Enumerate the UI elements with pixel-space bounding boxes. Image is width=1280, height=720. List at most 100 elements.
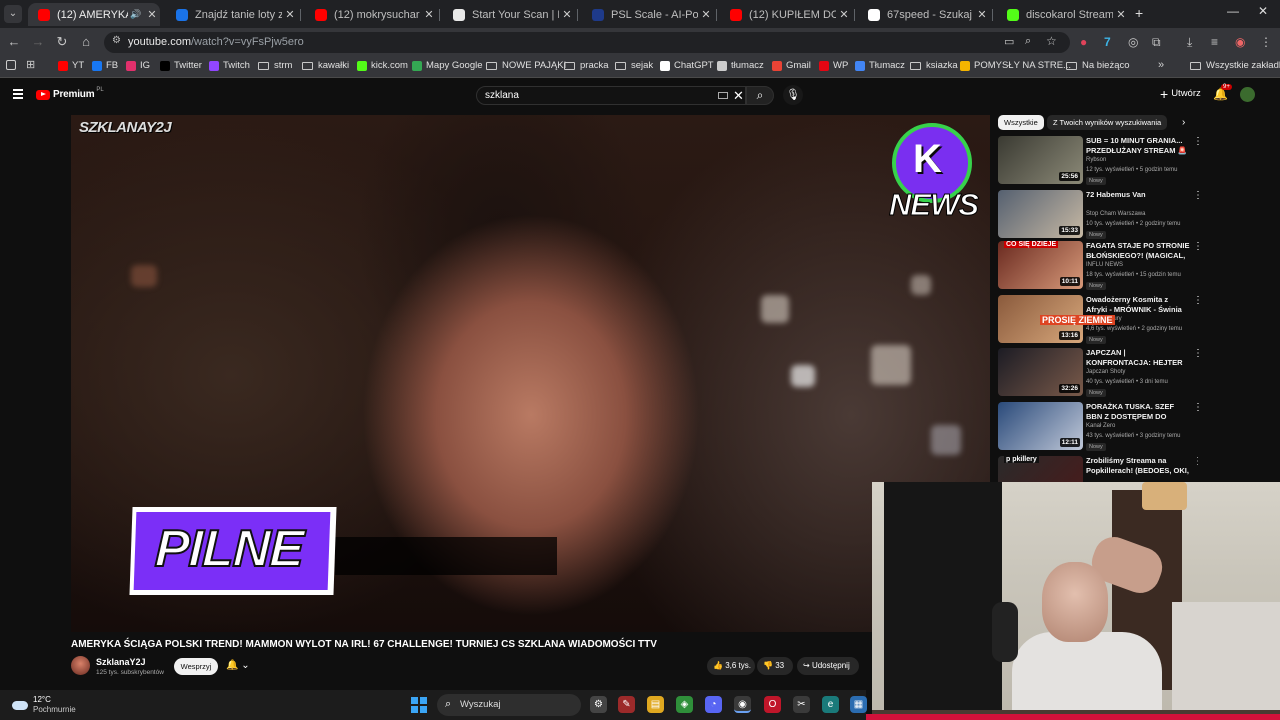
video-thumbnail[interactable]: 25:56 [998, 136, 1083, 184]
edge-icon[interactable]: e [822, 696, 839, 713]
bookmark-7[interactable]: kawałki [302, 60, 349, 71]
close-tab-icon[interactable]: ✕ [421, 8, 437, 21]
bookmark-3[interactable]: IG [126, 60, 150, 71]
tab-3[interactable]: (12) mokrysuchar nowa c✕ [305, 3, 437, 26]
taskbar-search[interactable]: ⌕ Wyszukaj [437, 694, 581, 716]
bookmark-20[interactable]: Na bieżąco [1066, 60, 1130, 71]
recommendation-channel[interactable]: INFLU NEWS [1086, 262, 1123, 268]
address-bar[interactable]: ⚙ youtube.com/watch?v=vyFsPjw5ero ▭ ⌕ ☆ [104, 32, 1070, 53]
bookmark-5[interactable]: Twitch [209, 60, 250, 71]
account-avatar[interactable] [1240, 87, 1255, 102]
extension-circle-icon[interactable]: ◎ [1128, 35, 1138, 49]
recommendation-item[interactable]: 10:11 FAGATA STAJE PO STRONIE BŁOŃSKIEGO?… [998, 241, 1203, 293]
more-actions-icon[interactable]: ⋮ [1193, 241, 1203, 252]
recommendation-title[interactable]: JAPCZAN | KONFRONTACJA: HEJTER ALEGO vs … [1086, 348, 1190, 368]
recommendation-title[interactable]: Owadożerny Kosmita z Afryki - MRÓWNIK - … [1086, 295, 1190, 315]
bookmark-1[interactable]: YT [58, 60, 84, 71]
notification-bell-icon[interactable]: 🔔 ⌄ [226, 660, 250, 671]
support-button[interactable]: Wesprzyj [174, 658, 218, 675]
close-tab-icon[interactable]: ✕ [282, 8, 298, 21]
chevron-right-icon[interactable]: › [1182, 117, 1185, 128]
bookmark-13[interactable]: ChatGPT [660, 60, 714, 71]
profile-icon[interactable]: ◉ [1235, 35, 1245, 49]
video-thumbnail[interactable]: 10:11 [998, 241, 1083, 289]
video-thumbnail[interactable]: 32:26 [998, 348, 1083, 396]
menu-icon[interactable] [13, 89, 23, 101]
discord-icon[interactable]: ◔ [705, 696, 722, 713]
home-icon[interactable]: ⌂ [77, 34, 95, 49]
voice-search-button[interactable]: 🎙 [783, 85, 803, 105]
search-button[interactable]: ⌕ [746, 86, 774, 105]
recommendation-channel[interactable]: Rybson [1086, 157, 1106, 163]
create-button[interactable]: + Utwórz [1160, 87, 1201, 101]
more-actions-icon[interactable]: ⋮ [1193, 348, 1203, 359]
close-window-icon[interactable]: ✕ [1248, 4, 1278, 18]
recommendation-channel[interactable]: Japczan Shoty [1086, 369, 1125, 375]
more-actions-icon[interactable]: ⋮ [1193, 190, 1203, 201]
tab-5[interactable]: PSL Scale - AI-Powered Fa✕ [582, 3, 714, 26]
dislike-button[interactable]: 👎 33 [757, 657, 793, 675]
tab-audio-icon[interactable]: 🔊 [128, 9, 144, 20]
bookmark-4[interactable]: Twitter [160, 60, 202, 71]
more-actions-icon[interactable]: ⋮ [1193, 402, 1203, 413]
close-tab-icon[interactable]: ✕ [698, 8, 714, 21]
like-button[interactable]: 👍 3,6 tys. [707, 657, 755, 675]
reload-icon[interactable]: ↻ [53, 34, 71, 50]
tab-2[interactable]: Znajdź tanie loty z Kraków✕ [166, 3, 298, 26]
zoom-icon[interactable]: ⌕ [1025, 35, 1031, 48]
app-paint-icon[interactable]: ✎ [618, 696, 635, 713]
apps-grid-icon[interactable]: ⊞ [26, 58, 35, 71]
tab-7[interactable]: 67speed - Szukaj w Goog✕ [858, 3, 990, 26]
share-button[interactable]: ↪ Udostępnij [797, 657, 859, 675]
tab-6[interactable]: (12) KUPIŁEM DOM! - You✕ [720, 3, 852, 26]
weather-widget[interactable]: 12°C Pochmurnie [12, 695, 76, 715]
file-explorer-icon[interactable]: ▤ [647, 696, 664, 713]
capcut-icon[interactable]: ✂ [793, 696, 810, 713]
bookmark-9[interactable]: Mapy Google [412, 60, 483, 71]
extension-7tv-icon[interactable]: 7 [1104, 35, 1111, 49]
search-input[interactable]: szklana ✕ [476, 86, 746, 105]
reading-list-icon[interactable]: ≡ [1211, 35, 1218, 49]
bookmark-18[interactable]: ksiazka [910, 60, 958, 71]
clear-search-icon[interactable]: ✕ [733, 88, 744, 104]
bookmark-11[interactable]: pracka [564, 60, 609, 71]
close-tab-icon[interactable]: ✕ [974, 8, 990, 21]
recommendation-title[interactable]: FAGATA STAJE PO STRONIE BŁOŃSKIEGO?! (MA… [1086, 241, 1190, 261]
tab-search-dropdown-icon[interactable]: ⌄ [4, 5, 22, 23]
channel-name[interactable]: SzklanaY2J [96, 657, 146, 667]
bookmark-8[interactable]: kick.com [357, 60, 408, 71]
notifications-button[interactable]: 🔔 9+ [1213, 84, 1232, 101]
bookmark-2[interactable]: FB [92, 60, 118, 71]
bookmark-12[interactable]: sejak [615, 60, 653, 71]
recommendation-title[interactable]: PORAŻKA TUSKA. SZEF BBN Z DOSTĘPEM DO IN… [1086, 402, 1190, 422]
tab-groups-icon[interactable] [6, 60, 16, 70]
bookmark-15[interactable]: Gmail [772, 60, 811, 71]
chrome-icon[interactable]: ◉ [734, 696, 751, 713]
bookmark-16[interactable]: WP [819, 60, 848, 71]
chip-from-search[interactable]: Z Twoich wyników wyszukiwania [1047, 115, 1168, 130]
recommendation-item[interactable]: 15:33 72 Habemus Van Stop Cham Warszawa 10 … [998, 190, 1203, 242]
site-info-icon[interactable]: ⚙ [112, 35, 121, 46]
recommendation-title[interactable]: 72 Habemus Van [1086, 190, 1190, 200]
bookmark-star-icon[interactable]: ☆ [1046, 34, 1057, 48]
recommendation-channel[interactable]: Stop Cham Warszawa [1086, 211, 1145, 217]
downloads-icon[interactable]: ⤓ [1187, 35, 1192, 50]
video-thumbnail[interactable]: 15:33 [998, 190, 1083, 238]
minimize-icon[interactable]: — [1218, 4, 1248, 18]
back-icon[interactable]: ← [5, 34, 23, 49]
more-actions-icon[interactable]: ⋮ [1193, 456, 1198, 467]
close-tab-icon[interactable]: ✕ [144, 8, 160, 21]
bookmark-19[interactable]: POMYSŁY NA STRE... [960, 60, 1071, 71]
new-tab-button[interactable]: + [1135, 5, 1143, 21]
recommendation-item[interactable]: 12:11 PORAŻKA TUSKA. SZEF BBN Z DOSTĘPEM … [998, 402, 1203, 454]
recommendation-item[interactable]: 25:56 SUB = 10 MINUT GRANIA... PRZEDŁUŻAN… [998, 136, 1203, 188]
recommendation-title[interactable]: Zrobiliśmy Streama na Popkillerach! (BED… [1086, 456, 1190, 476]
tab-4[interactable]: Start Your Scan | FaceIQ L✕ [443, 3, 575, 26]
youtube-logo[interactable]: Premium PL [36, 87, 104, 100]
close-tab-icon[interactable]: ✕ [1113, 8, 1129, 21]
tab-8[interactable]: discokarol Stream - Watc✕ [997, 3, 1129, 26]
windows-start-icon[interactable] [411, 697, 427, 713]
opera-icon[interactable]: O [764, 696, 781, 713]
close-tab-icon[interactable]: ✕ [559, 8, 575, 21]
channel-avatar[interactable] [71, 656, 90, 675]
